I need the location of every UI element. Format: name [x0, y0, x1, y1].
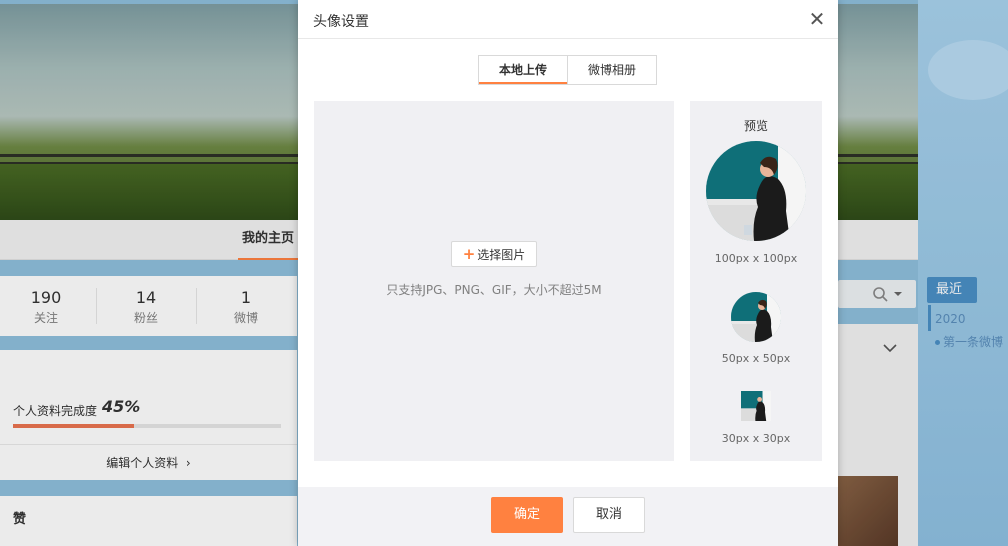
- preview-size-small: 30px x 30px: [721, 432, 791, 445]
- upload-hint: 只支持JPG、PNG、GIF，大小不超过5M: [386, 283, 602, 297]
- preview-size-medium: 50px x 50px: [721, 352, 791, 365]
- preview-size-large: 100px x 100px: [714, 252, 798, 265]
- upload-source-tabs: 本地上传 微博相册: [478, 55, 657, 85]
- dialog-title: 头像设置: [313, 14, 369, 30]
- select-image-button[interactable]: + 选择图片: [451, 241, 537, 267]
- avatar-preview-large: [706, 141, 806, 241]
- tab-weibo-album[interactable]: 微博相册: [567, 56, 656, 84]
- confirm-button[interactable]: 确定: [491, 497, 563, 533]
- close-icon[interactable]: ✕: [806, 8, 828, 30]
- avatar-illustration: [741, 391, 771, 421]
- tab-local-upload[interactable]: 本地上传: [479, 56, 567, 84]
- avatar-preview-small: [741, 391, 771, 421]
- avatar-illustration: [731, 292, 781, 342]
- cancel-button[interactable]: 取消: [573, 497, 645, 533]
- preview-panel: 预览 100px x 100px 50px x 50px 30px x 30px: [690, 101, 822, 461]
- avatar-illustration: [706, 141, 806, 241]
- plus-icon: +: [462, 245, 476, 263]
- dialog-footer: 确定 取消: [298, 487, 838, 546]
- dialog-header: 头像设置 ✕: [298, 0, 838, 39]
- avatar-settings-dialog: 头像设置 ✕ 本地上传 微博相册 + 选择图片 只支持JPG、PNG、GIF，大小…: [298, 0, 838, 546]
- preview-title: 预览: [743, 119, 768, 133]
- upload-area: + 选择图片 只支持JPG、PNG、GIF，大小不超过5M: [314, 101, 674, 461]
- select-image-label: 选择图片: [477, 248, 526, 262]
- avatar-preview-medium: [731, 292, 781, 342]
